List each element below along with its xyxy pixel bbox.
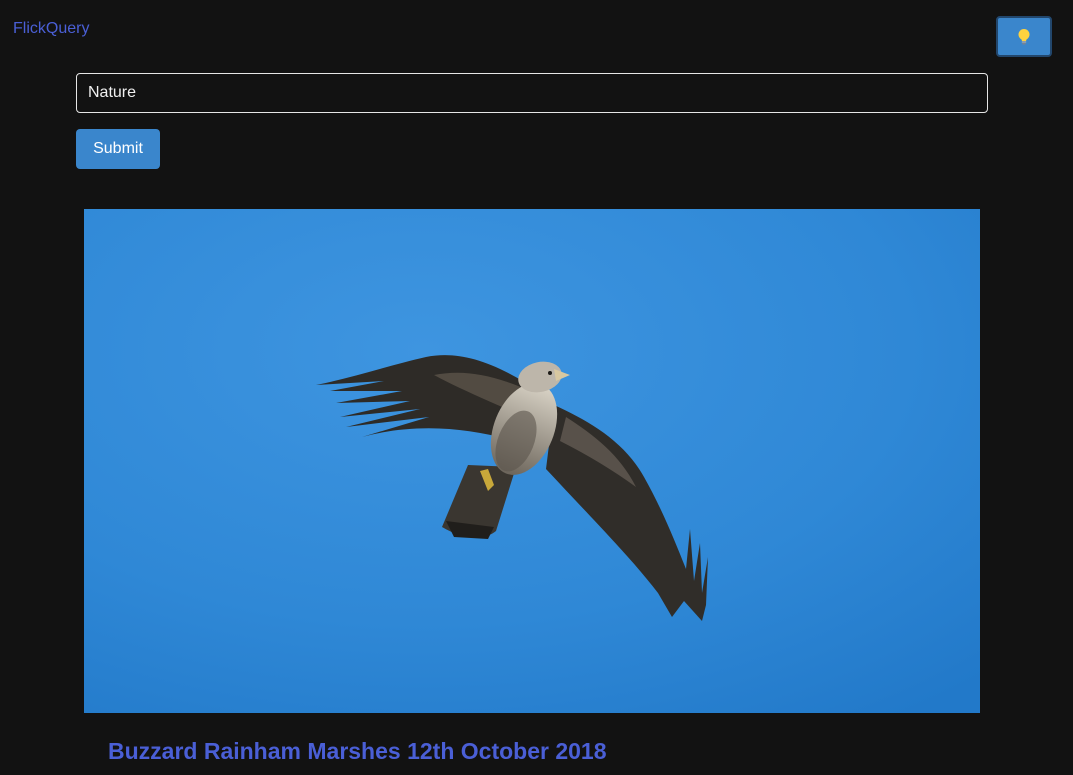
result-photo[interactable] bbox=[84, 209, 980, 713]
result-title-link[interactable]: Buzzard Rainham Marshes 12th October 201… bbox=[108, 737, 607, 765]
brand-link[interactable]: FlickQuery bbox=[13, 20, 89, 38]
theme-toggle-button[interactable] bbox=[996, 16, 1052, 57]
search-input[interactable] bbox=[76, 73, 988, 113]
lightbulb-icon bbox=[1017, 28, 1031, 46]
submit-button[interactable]: Submit bbox=[76, 129, 160, 169]
